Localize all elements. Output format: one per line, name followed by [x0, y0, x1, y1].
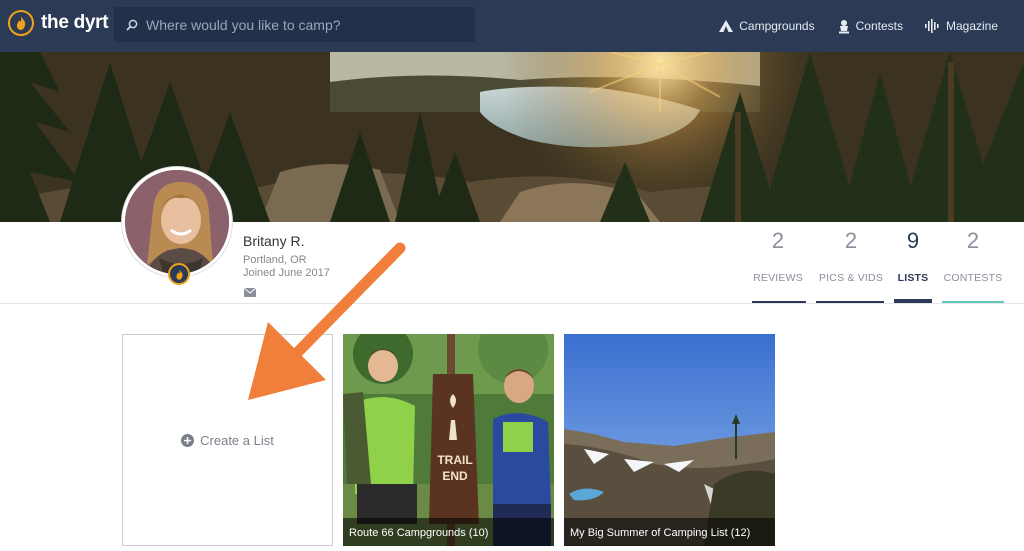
brand-logo[interactable]: the dyrt	[8, 10, 109, 36]
sign-text-end: END	[442, 469, 468, 483]
user-joined-date: Joined June 2017	[243, 267, 330, 279]
contests-count: 2	[966, 228, 980, 253]
search-input[interactable]	[146, 16, 446, 33]
list-card-photo: TRAIL END	[343, 334, 554, 546]
audio-wave-icon	[924, 19, 939, 33]
avatar[interactable]	[122, 167, 232, 277]
user-name: Britany R.	[243, 233, 305, 249]
lists-count: 9	[906, 228, 920, 253]
nav-contests[interactable]: Contests	[837, 19, 903, 34]
nav-campgrounds[interactable]: Campgrounds	[718, 19, 815, 33]
trophy-icon	[838, 19, 849, 33]
tab-contests[interactable]: 2 CONTESTS	[942, 228, 1004, 303]
list-card-big-summer[interactable]: My Big Summer of Camping List (12)	[564, 334, 775, 546]
reviews-underline	[752, 301, 806, 303]
main-nav: Campgrounds Contests Magazine	[696, 0, 998, 52]
tab-pics-vids[interactable]: 2 PICS & VIDS	[816, 228, 886, 303]
brand-name: the dyrt	[41, 12, 109, 33]
contests-underline	[942, 301, 1004, 303]
lists-label: LISTS	[897, 272, 929, 284]
nav-magazine-label: Magazine	[945, 19, 998, 33]
list-card-title: My Big Summer of Camping List (12)	[564, 518, 775, 546]
plus-circle-icon	[181, 433, 195, 447]
create-list-card[interactable]: Create a List	[122, 334, 333, 546]
list-card-photo	[564, 334, 775, 546]
user-location: Portland, OR	[243, 254, 307, 266]
tab-lists[interactable]: 9 LISTS	[894, 228, 932, 303]
lists-active-underline	[894, 299, 932, 303]
reviews-label: REVIEWS	[753, 272, 803, 284]
pics-vids-count: 2	[844, 228, 858, 253]
nav-magazine[interactable]: Magazine	[924, 19, 998, 33]
tent-icon	[719, 20, 734, 32]
pics-vids-label: PICS & VIDS	[818, 272, 884, 284]
search-bar[interactable]	[114, 7, 475, 42]
list-card-route-66[interactable]: TRAIL END Route 66 Campgrounds (10)	[343, 334, 554, 546]
nav-contests-label: Contests	[855, 19, 903, 33]
search-icon	[126, 19, 138, 31]
reviews-count: 2	[771, 228, 785, 253]
mail-icon[interactable]	[244, 288, 256, 297]
tab-reviews[interactable]: 2 REVIEWS	[750, 228, 806, 303]
flame-logo-icon	[8, 10, 34, 36]
create-list-label: Create a List	[200, 432, 274, 448]
nav-campgrounds-label: Campgrounds	[739, 19, 815, 33]
profile-stats-tabs: 2 REVIEWS 2 PICS & VIDS 9 LISTS 2 CONTES…	[750, 228, 1010, 304]
top-navbar: the dyrt Campgrounds Contests Magazine	[0, 0, 1024, 52]
sign-text-trail: TRAIL	[437, 453, 472, 467]
pics-vids-underline	[816, 301, 884, 303]
contests-label: CONTESTS	[943, 272, 1003, 284]
flame-badge-icon	[168, 263, 190, 285]
create-list-button[interactable]: Create a List	[181, 433, 274, 448]
list-card-title: Route 66 Campgrounds (10)	[343, 518, 554, 546]
